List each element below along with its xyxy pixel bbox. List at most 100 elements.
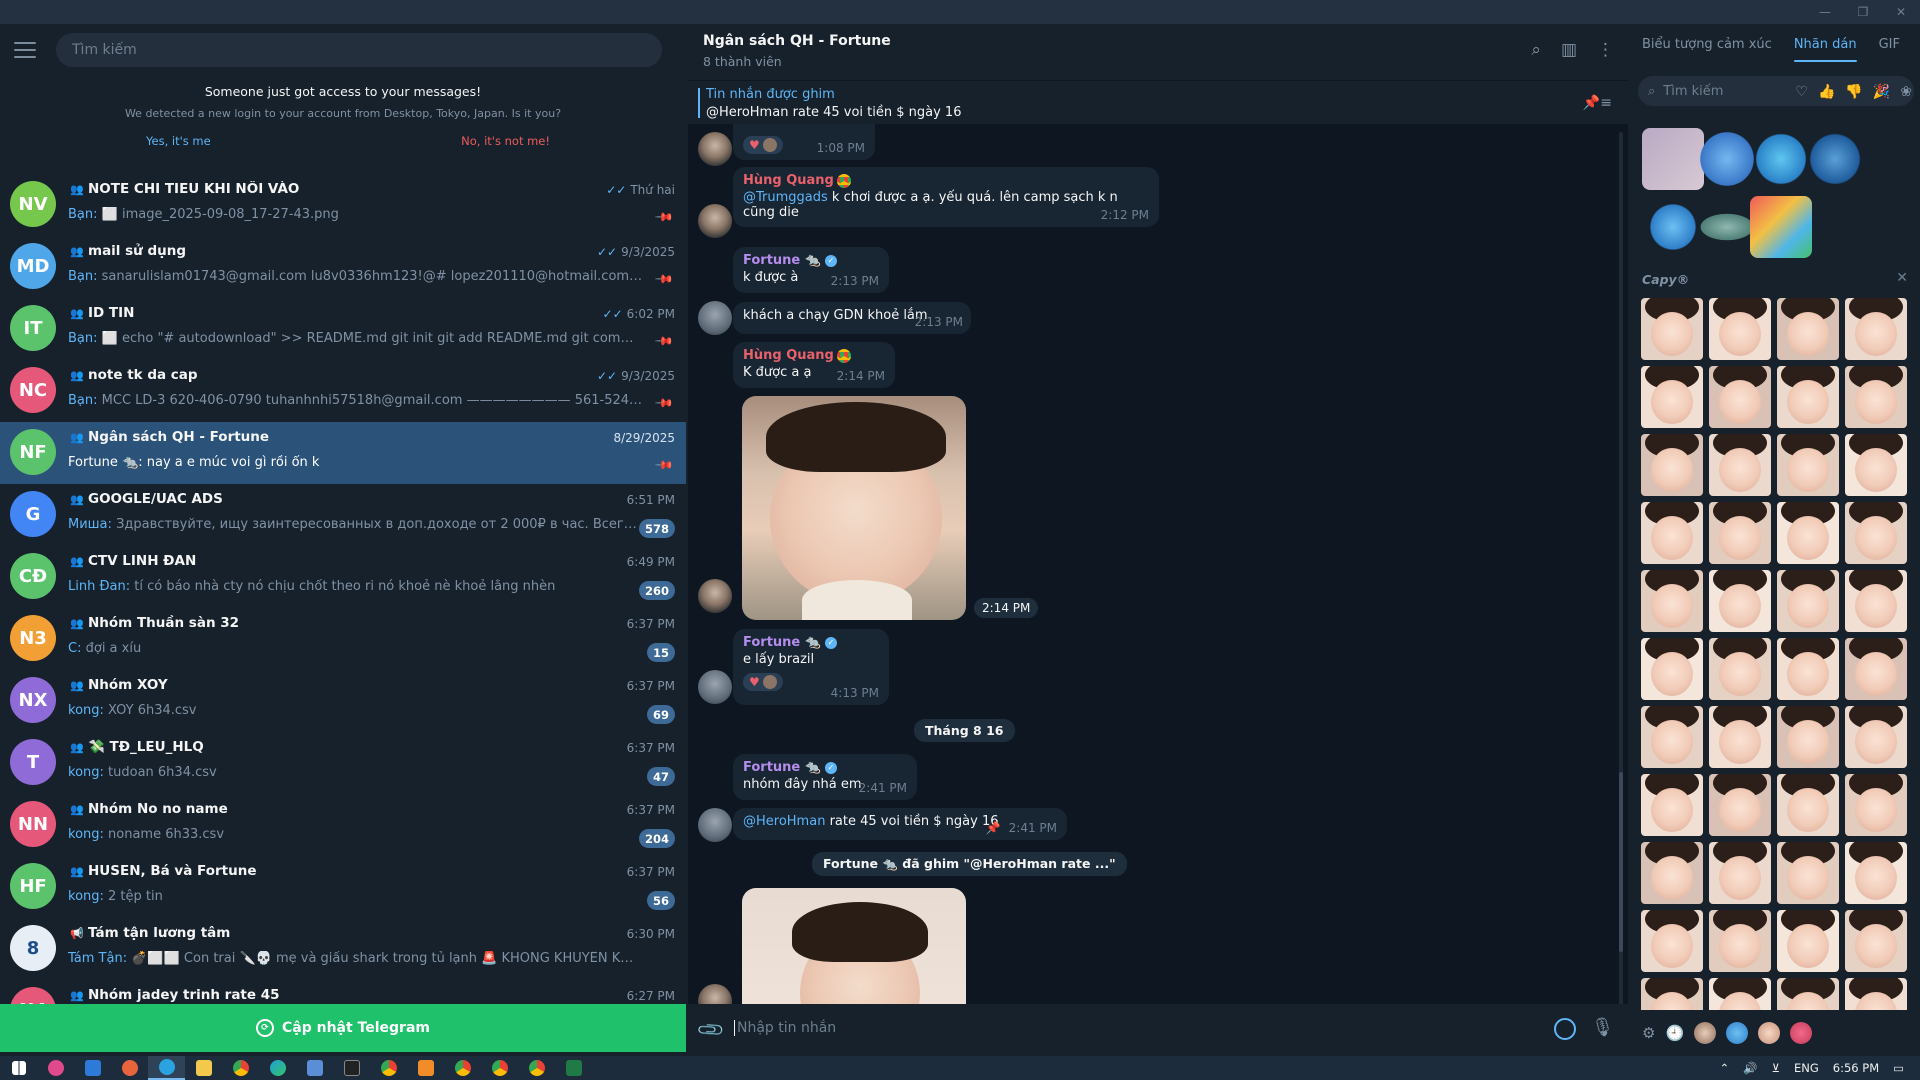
message-input[interactable]: Nhập tin nhắn [734,1020,836,1036]
pinned-list-icon[interactable]: 📌≡ [1583,95,1612,111]
recent-sticker[interactable] [1642,128,1704,190]
sticker-cell[interactable] [1777,774,1839,836]
chat-list-item[interactable]: T 👥 💸 TĐ_LEU_HLQ 6:37 PM kong: tudoan 6h34.c… [0,732,686,794]
chrome-taskbar-icon[interactable] [481,1056,518,1080]
reaction-heart[interactable]: ♥ [743,136,783,154]
recent-sticker[interactable] [1750,128,1812,190]
sticker-cell[interactable] [1777,842,1839,904]
notification-icon[interactable]: ▭ [1893,1061,1904,1075]
avatar[interactable] [698,204,732,238]
sticker-cell[interactable] [1777,298,1839,360]
pinned-message-bar[interactable]: Tin nhắn được ghim @HeroHman rate 45 voi… [688,80,1628,124]
sticker-cell[interactable] [1641,842,1703,904]
avatar[interactable] [698,670,732,704]
avatar[interactable] [698,579,732,613]
tab-gif[interactable]: GIF [1879,27,1900,62]
sender-name[interactable]: Hùng Quang [743,173,1149,188]
confirm-login-button[interactable]: Yes, it's me [146,134,211,148]
chat-list-item[interactable]: IT 👥 ID TIN ✓✓ 6:02 PM Bạn: ⬜ echo "# autodow… [0,298,686,360]
sticker-cell[interactable] [1777,434,1839,496]
sticker-cell[interactable] [1777,706,1839,768]
taskbar-app-icon[interactable] [74,1056,111,1080]
sticker-cell[interactable] [1709,910,1771,972]
file-explorer-icon[interactable] [185,1056,222,1080]
taskbar-app-icon[interactable] [296,1056,333,1080]
sidebar-toggle-icon[interactable]: ▥ [1561,40,1577,60]
sticker-cell[interactable] [1641,638,1703,700]
telegram-taskbar-icon[interactable] [148,1056,185,1080]
sticker-cell[interactable] [1709,842,1771,904]
language-indicator[interactable]: ENG [1794,1061,1819,1075]
conversation-header[interactable]: Ngân sách QH - Fortune 8 thành viên ⌕ ▥ … [688,24,1628,80]
sender-name[interactable]: Fortune 🐀 ✓ [743,253,879,268]
chat-list-item[interactable]: N3 👥 Nhóm Thuần sàn 32 6:37 PM C: đợi a xíu 1… [0,608,686,670]
sticker-cell[interactable] [1777,366,1839,428]
deny-login-button[interactable]: No, it's not me! [461,134,550,148]
taskbar-app-icon[interactable] [407,1056,444,1080]
thumbs-up-filter-icon[interactable]: 👍 [1818,84,1835,100]
attach-icon[interactable]: 📎 [696,1015,727,1046]
sticker-cell[interactable] [1777,570,1839,632]
chat-list-item[interactable]: NV 👥 NOTE CHI TIEU KHI NỐI VÀO ✓✓ Thứ hai Bạn… [0,174,686,236]
settings-icon[interactable]: ⚙ [1642,1024,1655,1042]
sticker-cell[interactable] [1709,366,1771,428]
scroll-thumb[interactable] [1619,772,1623,952]
sticker-cell[interactable] [1777,638,1839,700]
sticker-cell[interactable] [1709,434,1771,496]
close-icon[interactable]: ✕ [1896,270,1908,286]
sticker-cell[interactable] [1641,502,1703,564]
sticker-cell[interactable] [1845,910,1907,972]
recent-sticker[interactable] [1804,128,1866,190]
sticker-cell[interactable] [1709,638,1771,700]
mention-link[interactable]: @HeroHman [743,814,825,829]
maximize-button[interactable]: ❐ [1844,0,1882,24]
chat-list-item[interactable]: NC 👥 note tk da cap ✓✓ 9/3/2025 Bạn: MCC LD-3… [0,360,686,422]
chrome-taskbar-icon[interactable] [518,1056,555,1080]
avatar[interactable] [698,808,732,842]
sticker-cell[interactable] [1845,502,1907,564]
chat-list-item[interactable]: CĐ 👥 CTV LINH ĐAN 6:49 PM Linh Đan: tí có bá… [0,546,686,608]
menu-icon[interactable] [14,42,36,58]
taskbar-app-icon[interactable] [37,1056,74,1080]
taskbar-app-icon[interactable] [111,1056,148,1080]
chat-list-item[interactable]: NN 👥 Nhóm No no name 6:37 PM kong: noname 6h… [0,794,686,856]
sticker-cell[interactable] [1777,502,1839,564]
network-icon[interactable]: ⊻ [1772,1061,1780,1075]
chat-list-item[interactable]: MD 👥 mail sử dụng ✓✓ 9/3/2025 Bạn: sanarulisl… [0,236,686,298]
sticker-cell[interactable] [1641,298,1703,360]
minimize-button[interactable]: — [1806,0,1844,24]
sender-name[interactable]: Fortune 🐀 ✓ [743,635,879,650]
chat-list-item[interactable]: HF 👥 HUSEN, Bá và Fortune 6:37 PM kong: 2 tệ… [0,856,686,918]
pack-thumbnail[interactable] [1726,1022,1749,1044]
heart-filter-icon[interactable]: ♡ [1795,84,1808,100]
pack-thumbnail[interactable] [1694,1022,1717,1044]
sticker-cell[interactable] [1845,366,1907,428]
sticker-cell[interactable] [1709,298,1771,360]
tab-stickers[interactable]: Nhãn dán [1793,27,1857,62]
update-telegram-button[interactable]: ⟳ Cập nhật Telegram [0,1004,686,1052]
sticker-cell[interactable] [1845,434,1907,496]
sticker-cell[interactable] [1641,366,1703,428]
pack-thumbnail[interactable] [1790,1022,1813,1044]
chat-list-item[interactable]: NF 👥 Ngân sách QH - Fortune 8/29/2025 Fortun… [0,422,686,484]
service-message[interactable]: Fortune 🐀 đã ghim "@HeroHman rate ..." [812,852,1127,876]
sticker-cell[interactable] [1845,706,1907,768]
microphone-icon[interactable]: 🎙 [1591,1017,1614,1038]
sticker-cell[interactable] [1641,570,1703,632]
message-scrollbar[interactable] [1619,132,1623,1028]
sticker-image[interactable] [742,396,966,620]
mention-link[interactable]: @Trumggads [743,190,828,205]
more-options-icon[interactable]: ⋮ [1597,40,1614,60]
chrome-taskbar-icon[interactable] [370,1056,407,1080]
sticker-cell[interactable] [1845,638,1907,700]
recent-sticker[interactable] [1696,128,1758,190]
volume-icon[interactable]: 🔊 [1743,1061,1757,1075]
avatar[interactable] [698,132,732,166]
sticker-cell[interactable] [1641,434,1703,496]
sticker-cell[interactable] [1709,774,1771,836]
edge-taskbar-icon[interactable] [259,1056,296,1080]
search-icon[interactable]: ⌕ [1531,40,1541,60]
emoji-icon[interactable] [1554,1018,1576,1040]
sticker-cell[interactable] [1845,774,1907,836]
recent-sticker[interactable] [1750,196,1812,258]
